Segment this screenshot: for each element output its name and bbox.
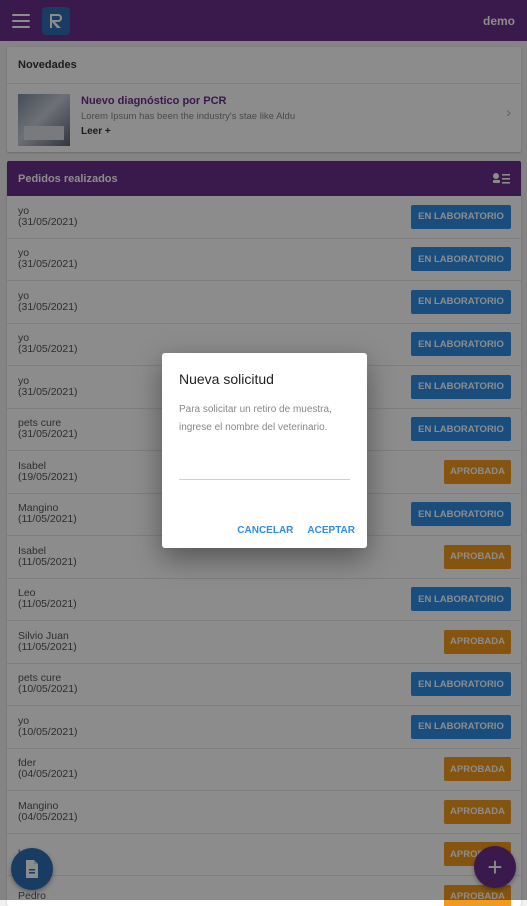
dialog-title: Nueva solicitud — [179, 371, 274, 387]
new-request-dialog: Nueva solicitud Para solicitar un retiro… — [162, 353, 367, 548]
dialog-message: Para solicitar un retiro de muestra, ing… — [179, 404, 332, 433]
cancel-button[interactable]: CANCELAR — [237, 525, 293, 536]
accept-button[interactable]: ACEPTAR — [307, 525, 355, 536]
vet-name-input[interactable] — [179, 457, 350, 480]
